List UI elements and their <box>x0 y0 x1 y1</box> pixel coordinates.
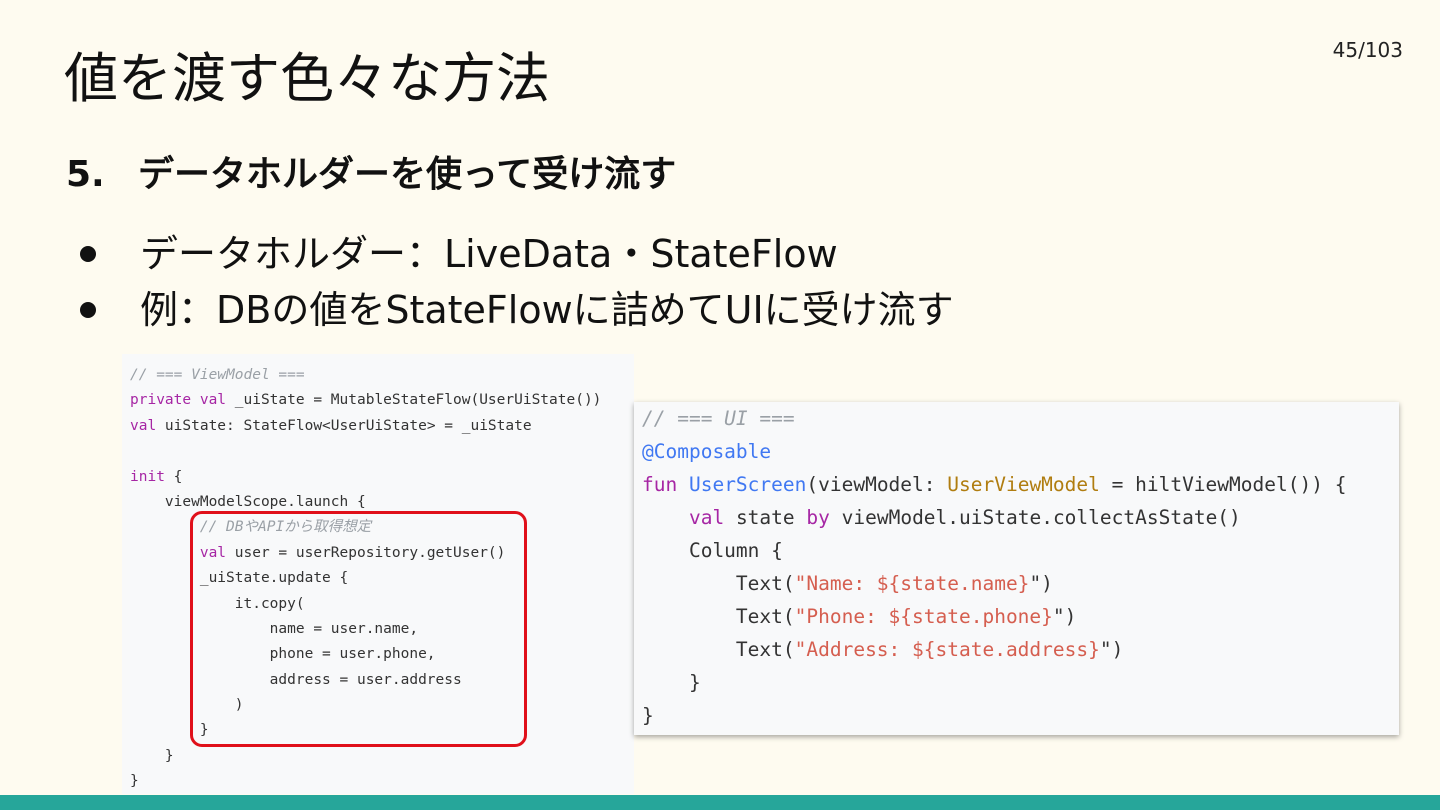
highlight-box <box>190 511 527 747</box>
code-token: val <box>130 417 165 434</box>
code-token: init <box>130 468 165 485</box>
code-token: Text( <box>642 572 795 595</box>
code-token: UserScreen <box>688 473 807 496</box>
subtitle-number: 5. <box>66 154 105 195</box>
code-line: } <box>642 666 1399 699</box>
code-token: @Composable <box>642 440 772 463</box>
bullet-text: データホルダー：LiveData・StateFlow <box>140 232 838 276</box>
bullet-dot-icon <box>80 246 96 262</box>
code-line: private val _uiState = MutableStateFlow(… <box>130 388 634 413</box>
code-token: } <box>642 704 654 727</box>
code-line: Text("Phone: ${state.phone}") <box>642 600 1399 633</box>
footer-bar <box>0 795 1440 810</box>
subtitle-text: データホルダーを使って受け流す <box>138 154 677 195</box>
code-token: // === ViewModel === <box>130 367 305 383</box>
code-token: } <box>130 773 139 790</box>
code-line: val state by viewModel.uiState.collectAs… <box>642 501 1399 534</box>
bullet-text: 例：DBの値をStateFlowに詰めてUIに受け流す <box>140 288 954 332</box>
code-line: } <box>642 699 1399 732</box>
code-token: = hiltViewModel()) { <box>1099 473 1347 496</box>
code-token: viewModel.uiState.collectAsState() <box>841 506 1241 529</box>
code-token: _uiState = MutableStateFlow(UserUiState(… <box>234 392 602 409</box>
code-line: init { <box>130 465 634 490</box>
code-token: Text( <box>642 638 795 661</box>
bullet-item: データホルダー：LiveData・StateFlow <box>72 226 954 282</box>
code-line: val uiState: StateFlow<UserUiState> = _u… <box>130 414 634 439</box>
bullet-dot-icon <box>80 302 96 318</box>
page-number: 45/103 <box>1332 38 1403 62</box>
ui-code-block: // === UI === @Composable fun UserScreen(v… <box>634 402 1399 735</box>
bullet-list: データホルダー：LiveData・StateFlow 例：DBの値をStateF… <box>72 226 954 338</box>
code-token: fun <box>642 473 689 496</box>
section-subtitle: 5. データホルダーを使って受け流す <box>66 150 676 200</box>
code-token: ") <box>1029 572 1053 595</box>
code-token: private val <box>130 392 235 409</box>
code-line: Text("Name: ${state.name}") <box>642 567 1399 600</box>
slide-title: 値を渡す色々な方法 <box>64 47 550 110</box>
code-line: // === ViewModel === <box>130 363 634 388</box>
code-token: Text( <box>642 605 795 628</box>
code-token: uiState: StateFlow<UserUiState> = _uiSta… <box>164 417 532 434</box>
code-token: ") <box>1099 638 1124 661</box>
code-token: UserViewModel <box>947 473 1100 496</box>
code-token: "Address: ${state.address} <box>794 638 1100 661</box>
bullet-item: 例：DBの値をStateFlowに詰めてUIに受け流す <box>72 282 954 338</box>
code-token: state <box>735 506 807 529</box>
code-token: } <box>642 671 701 694</box>
code-token: by <box>806 506 842 529</box>
code-token: Column { <box>642 539 783 562</box>
code-line: Text("Address: ${state.address}") <box>642 633 1399 666</box>
code-token: val <box>688 506 736 529</box>
code-line: // === UI === <box>642 402 1399 435</box>
code-line: @Composable <box>642 435 1399 468</box>
code-line: Column { <box>642 534 1399 567</box>
code-line: } <box>130 769 634 794</box>
code-token: } <box>130 747 174 764</box>
code-token: "Phone: ${state.phone} <box>794 605 1053 628</box>
code-token: (viewModel: <box>806 473 948 496</box>
code-line: } <box>130 744 634 769</box>
code-token: ") <box>1052 605 1077 628</box>
code-token: viewModelScope.launch { <box>130 493 366 510</box>
code-token: { <box>164 468 183 485</box>
code-token: "Name: ${state.name} <box>794 572 1030 595</box>
code-line: fun UserScreen(viewModel: UserViewModel … <box>642 468 1399 501</box>
code-token: // === UI === <box>642 407 795 430</box>
